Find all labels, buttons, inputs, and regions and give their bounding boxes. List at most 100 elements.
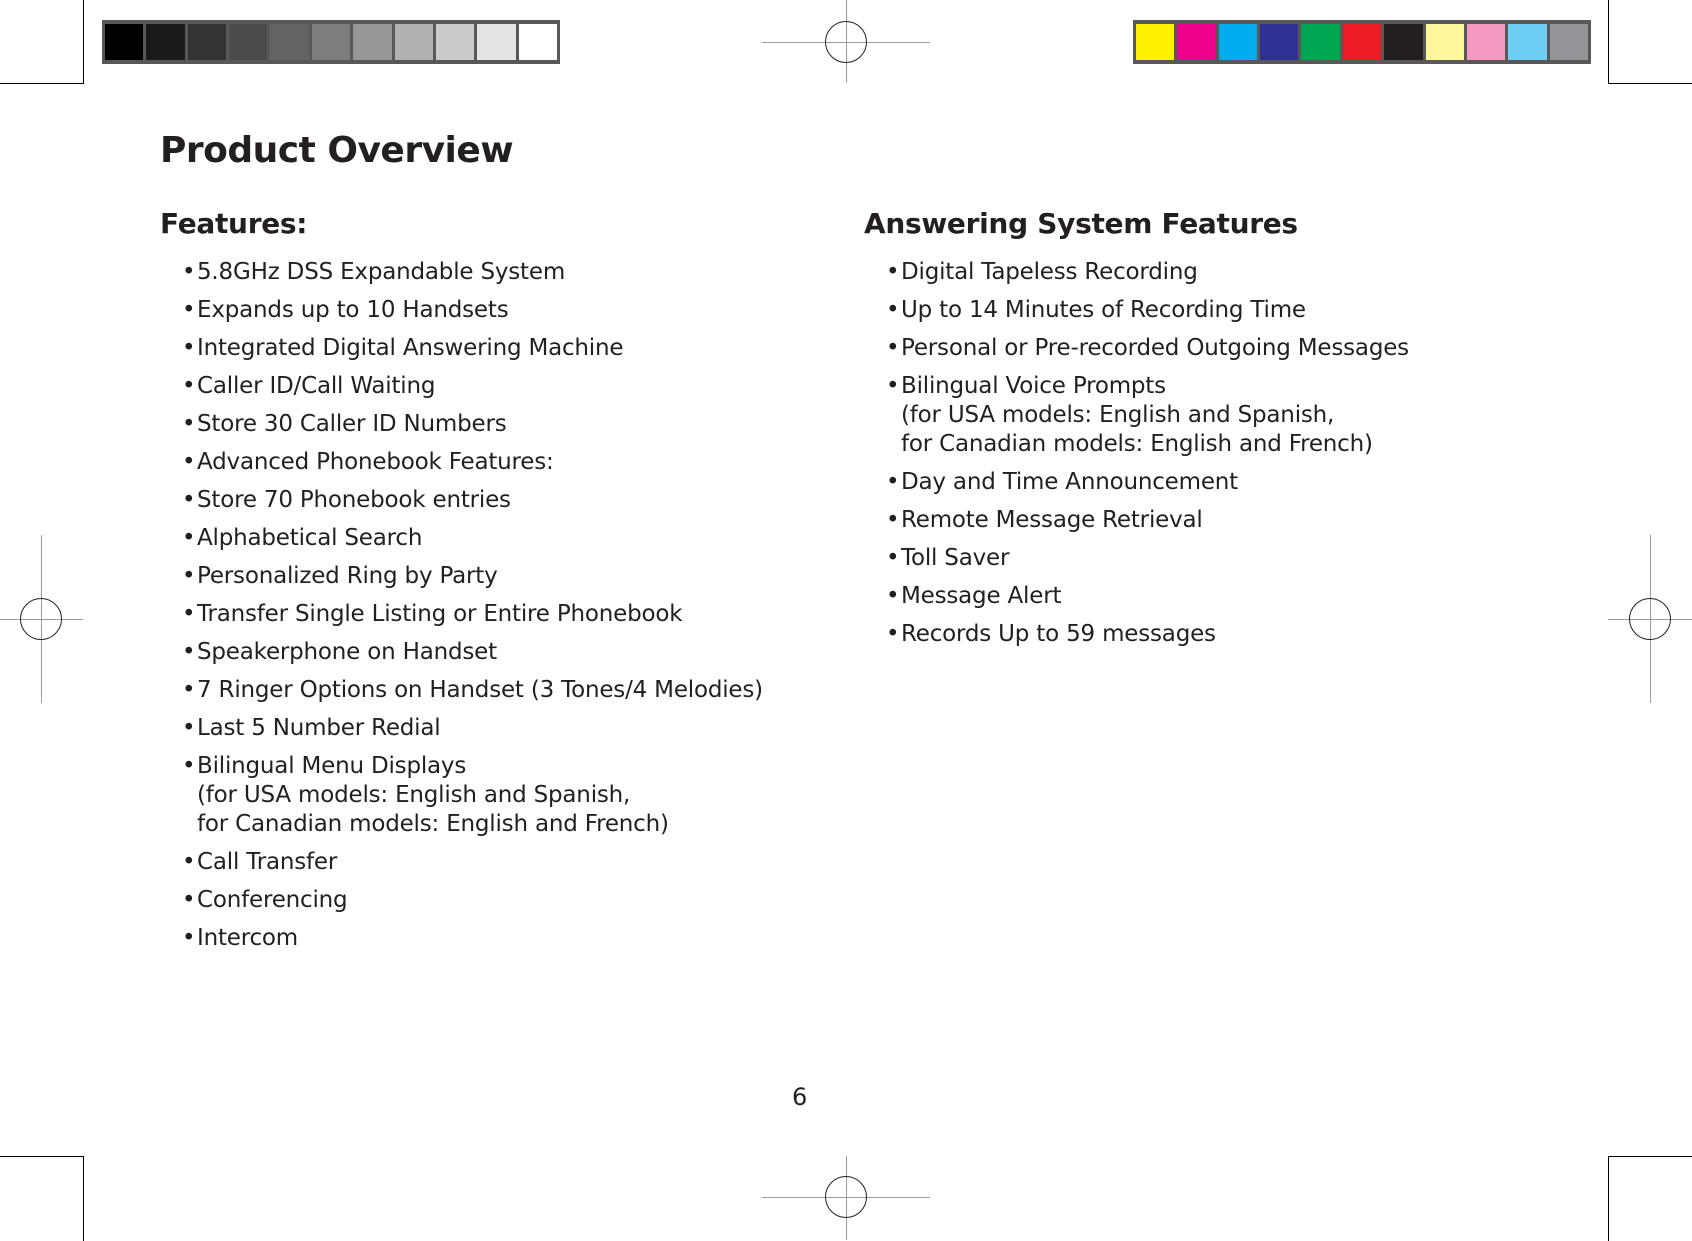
color-swatch [311, 24, 351, 60]
color-swatch [1301, 24, 1340, 60]
grayscale-calibration-bar [102, 20, 560, 64]
list-item-text: Intercom [197, 925, 299, 951]
list-item: • Store 70 Phonebook entries [182, 486, 763, 515]
list-item-text: Store 70 Phonebook entries [197, 487, 511, 513]
bullet-icon: • [182, 259, 196, 285]
list-item: • Toll Saver [886, 544, 1409, 573]
list-item: • Conferencing [182, 886, 763, 915]
bullet-icon: • [182, 887, 196, 913]
color-swatch [1508, 24, 1547, 60]
list-item: • Expands up to 10 Handsets [182, 296, 763, 325]
bullet-icon: • [182, 487, 196, 513]
list-item: • Call Transfer [182, 848, 763, 877]
color-swatch [270, 24, 309, 60]
list-item-note: (for USA models: English and Spanish, [197, 782, 631, 808]
crop-mark-icon [1608, 0, 1692, 84]
color-swatch [1342, 24, 1382, 60]
bullet-icon: • [182, 449, 196, 475]
list-item: • Caller ID/Call Waiting [182, 372, 763, 401]
color-swatch [394, 24, 433, 60]
list-item: • Alphabetical Search [182, 524, 763, 553]
bullet-icon: • [182, 335, 196, 361]
list-item: • Records Up to 59 messages [886, 620, 1409, 649]
bullet-icon: • [182, 601, 196, 627]
list-item-text: Toll Saver [901, 545, 1010, 571]
list-item: • Personalized Ring by Party [182, 562, 763, 591]
features-list: • 5.8GHz DSS Expandable System • Expands up… [182, 258, 763, 962]
list-item: • Transfer Single Listing or Entire Phone… [182, 600, 763, 629]
list-item-text: Bilingual Voice Prompts [901, 373, 1166, 399]
color-swatch [1466, 24, 1506, 60]
list-item-text: Message Alert [901, 583, 1062, 609]
list-item-text: Remote Message Retrieval [901, 507, 1203, 533]
bullet-icon: • [182, 297, 196, 323]
bullet-icon: • [182, 715, 196, 741]
bullet-icon: • [886, 259, 900, 285]
bullet-icon: • [886, 621, 900, 647]
list-item: • Last 5 Number Redial [182, 714, 763, 743]
list-item: • Day and Time Announcement [886, 468, 1409, 497]
list-item-note: for Canadian models: English and French) [197, 811, 669, 837]
list-item: • Bilingual Menu Displays (for USA models:… [182, 752, 763, 839]
list-item: • Store 30 Caller ID Numbers [182, 410, 763, 439]
bullet-icon: • [886, 469, 900, 495]
color-swatch [229, 24, 268, 60]
list-item-text: Records Up to 59 messages [901, 621, 1216, 647]
color-swatch [1260, 24, 1299, 60]
list-item: • 5.8GHz DSS Expandable System [182, 258, 763, 287]
list-item: • Up to 14 Minutes of Recording Time [886, 296, 1409, 325]
bullet-icon: • [182, 849, 196, 875]
list-item-text: Bilingual Menu Displays [197, 753, 467, 779]
bullet-icon: • [182, 677, 196, 703]
list-item-text: Digital Tapeless Recording [901, 259, 1198, 285]
list-item-text: Store 30 Caller ID Numbers [197, 411, 507, 437]
list-item: • Intercom [182, 924, 763, 953]
list-item-text: Last 5 Number Redial [197, 715, 441, 741]
list-item-text: Expands up to 10 Handsets [197, 297, 509, 323]
list-item: • Digital Tapeless Recording [886, 258, 1409, 287]
list-item-text: Call Transfer [197, 849, 338, 875]
color-swatch [1177, 24, 1216, 60]
list-item-text: Transfer Single Listing or Entire Phoneb… [197, 601, 683, 627]
bullet-icon: • [886, 545, 900, 571]
bullet-icon: • [886, 373, 900, 399]
bullet-icon: • [182, 639, 196, 665]
bullet-icon: • [886, 297, 900, 323]
crop-mark-icon [0, 1156, 84, 1241]
list-item-text: Integrated Digital Answering Machine [197, 335, 624, 361]
color-swatch [105, 24, 144, 60]
list-item: • Integrated Digital Answering Machine [182, 334, 763, 363]
list-item-text: 5.8GHz DSS Expandable System [197, 259, 566, 285]
list-item: • Speakerphone on Handset [182, 638, 763, 667]
color-swatch [1425, 24, 1464, 60]
list-item: • Bilingual Voice Prompts (for USA models:… [886, 372, 1409, 459]
color-swatch [353, 24, 392, 60]
color-swatch [435, 24, 475, 60]
list-item-text: Caller ID/Call Waiting [197, 373, 436, 399]
bullet-icon: • [182, 563, 196, 589]
list-item: • Advanced Phonebook Features: [182, 448, 763, 477]
list-item-text: Alphabetical Search [197, 525, 423, 551]
bullet-icon: • [182, 753, 196, 779]
list-item-text: Speakerphone on Handset [197, 639, 497, 665]
list-item-text: Personal or Pre-recorded Outgoing Messag… [901, 335, 1409, 361]
features-heading: Features: [160, 207, 308, 240]
color-swatch [1136, 24, 1175, 60]
list-item-text: Personalized Ring by Party [197, 563, 498, 589]
list-item: • Remote Message Retrieval [886, 506, 1409, 535]
bullet-icon: • [182, 411, 196, 437]
list-item-text: Day and Time Announcement [901, 469, 1238, 495]
list-item-note: for Canadian models: English and French) [901, 431, 1373, 457]
list-item-text: Advanced Phonebook Features: [197, 449, 554, 475]
answering-features-heading: Answering System Features [864, 207, 1298, 240]
answering-features-list: • Digital Tapeless Recording • Up to 14 Min… [886, 258, 1409, 658]
bullet-icon: • [886, 583, 900, 609]
list-item: • 7 Ringer Options on Handset (3 Tones/4 … [182, 676, 763, 705]
color-swatch [477, 24, 516, 60]
crop-mark-icon [1608, 1156, 1692, 1241]
list-item-text: Conferencing [197, 887, 348, 913]
bullet-icon: • [182, 525, 196, 551]
list-item-note: (for USA models: English and Spanish, [901, 402, 1335, 428]
list-item-text: 7 Ringer Options on Handset (3 Tones/4 M… [197, 677, 763, 703]
page-number: 6 [792, 1083, 808, 1111]
